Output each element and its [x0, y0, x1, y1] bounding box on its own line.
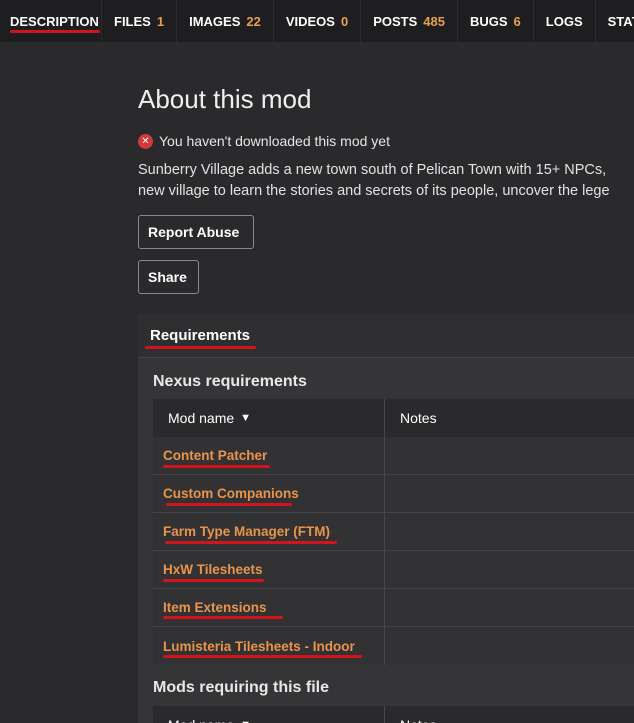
- requirements-header[interactable]: Requirements: [138, 314, 634, 358]
- table-row: HxW Tilesheets: [153, 551, 634, 589]
- notes-cell: [385, 475, 634, 512]
- mod-name-column-header[interactable]: Mod name ▼: [153, 399, 385, 437]
- tab-count: 485: [423, 13, 445, 29]
- requirements-panel: Requirements Nexus requirements Mod name…: [138, 314, 634, 723]
- mod-link-custom-companions[interactable]: Custom Companions: [163, 486, 299, 501]
- table-row: Content Patcher: [153, 437, 634, 475]
- requirements-title: Requirements: [150, 327, 251, 344]
- share-button[interactable]: Share: [138, 260, 199, 294]
- mod-name-cell: Item Extensions: [153, 589, 385, 626]
- tab-label: FILES: [114, 13, 151, 29]
- error-circle-icon: ✕: [138, 133, 153, 149]
- mod-link-content-patcher[interactable]: Content Patcher: [163, 448, 267, 463]
- mod-link-farm-type-manager[interactable]: Farm Type Manager (FTM): [163, 524, 330, 539]
- requirements-underline: [145, 346, 256, 349]
- tab-label: VIDEOS: [285, 13, 335, 29]
- tab-videos[interactable]: VIDEOS 0: [274, 0, 362, 42]
- nexus-requirements-table: Mod name ▼ Notes Content Patcher Custom …: [153, 399, 634, 665]
- mod-description: Sunberry Village adds a new town south o…: [138, 160, 634, 202]
- mod-name-cell: Farm Type Manager (FTM): [153, 513, 385, 550]
- link-underline: [163, 579, 264, 582]
- mod-link-item-extensions[interactable]: Item Extensions: [163, 600, 267, 615]
- tab-count: 6: [513, 13, 521, 29]
- notes-cell: [385, 551, 634, 588]
- tab-label: STATS: [607, 13, 634, 29]
- notes-cell: [385, 513, 634, 550]
- tab-label: LOGS: [545, 13, 583, 29]
- notes-cell: [385, 437, 634, 474]
- tab-count: 22: [246, 13, 261, 29]
- mod-name-cell: Lumisteria Tilesheets - Indoor: [153, 627, 385, 665]
- column-label: Mod name: [168, 717, 234, 723]
- mod-link-lumisteria-tilesheets-indoor[interactable]: Lumisteria Tilesheets - Indoor: [163, 639, 355, 654]
- description-line: new village to learn the stories and sec…: [138, 183, 610, 199]
- table-header: Mod name ▼ Notes: [153, 706, 634, 723]
- tab-label: IMAGES: [189, 13, 241, 29]
- link-underline: [163, 616, 283, 619]
- tab-bar: DESCRIPTION FILES 1 IMAGES 22 VIDEOS 0 P…: [0, 0, 634, 42]
- tab-bugs[interactable]: BUGS 6: [458, 0, 534, 42]
- link-underline: [163, 465, 270, 468]
- mod-link-hxw-tilesheets[interactable]: HxW Tilesheets: [163, 562, 263, 577]
- mod-name-cell: HxW Tilesheets: [153, 551, 385, 588]
- page-title: About this mod: [138, 84, 312, 114]
- column-label: Notes: [400, 410, 437, 426]
- tab-count: 0: [340, 13, 349, 29]
- chevron-down-icon: ▼: [240, 412, 252, 424]
- link-underline: [163, 655, 362, 658]
- notes-column-header: Notes: [385, 706, 634, 723]
- tab-logs[interactable]: LOGS: [534, 0, 596, 42]
- description-line: Sunberry Village adds a new town south o…: [138, 162, 607, 178]
- nexus-requirements-title: Nexus requirements: [153, 373, 307, 390]
- table-row: Custom Companions: [153, 475, 634, 513]
- report-abuse-button[interactable]: Report Abuse: [138, 215, 254, 249]
- mods-requiring-title: Mods requiring this file: [153, 679, 330, 696]
- active-tab-underline: [10, 30, 100, 33]
- tab-label: BUGS: [469, 13, 508, 29]
- tab-label: POSTS: [373, 13, 418, 29]
- mod-name-column-header[interactable]: Mod name ▼: [153, 706, 385, 723]
- link-underline: [166, 503, 292, 506]
- notice-text: You haven't downloaded this mod yet: [159, 133, 390, 149]
- column-label: Notes: [400, 717, 437, 723]
- tab-images[interactable]: IMAGES 22: [177, 0, 274, 42]
- tab-label: DESCRIPTION: [10, 13, 99, 29]
- notes-cell: [385, 627, 634, 665]
- download-notice: ✕ You haven't downloaded this mod yet: [138, 133, 390, 149]
- table-row: Lumisteria Tilesheets - Indoor: [153, 627, 634, 665]
- chevron-down-icon: ▼: [240, 719, 251, 723]
- mods-requiring-table: Mod name ▼ Notes: [153, 706, 634, 723]
- tab-files[interactable]: FILES 1: [102, 0, 178, 42]
- table-row: Item Extensions: [153, 589, 634, 627]
- link-underline: [165, 541, 337, 544]
- tab-count: 1: [156, 13, 165, 29]
- tab-posts[interactable]: POSTS 485: [361, 0, 458, 42]
- notes-cell: [385, 589, 634, 626]
- mod-name-cell: Custom Companions: [153, 475, 385, 512]
- notes-column-header: Notes: [385, 399, 634, 437]
- tab-stats[interactable]: STATS: [596, 0, 634, 42]
- tab-description[interactable]: DESCRIPTION: [0, 0, 102, 42]
- table-header: Mod name ▼ Notes: [153, 399, 634, 437]
- table-row: Farm Type Manager (FTM): [153, 513, 634, 551]
- mod-name-cell: Content Patcher: [153, 437, 385, 474]
- column-label: Mod name: [168, 410, 235, 426]
